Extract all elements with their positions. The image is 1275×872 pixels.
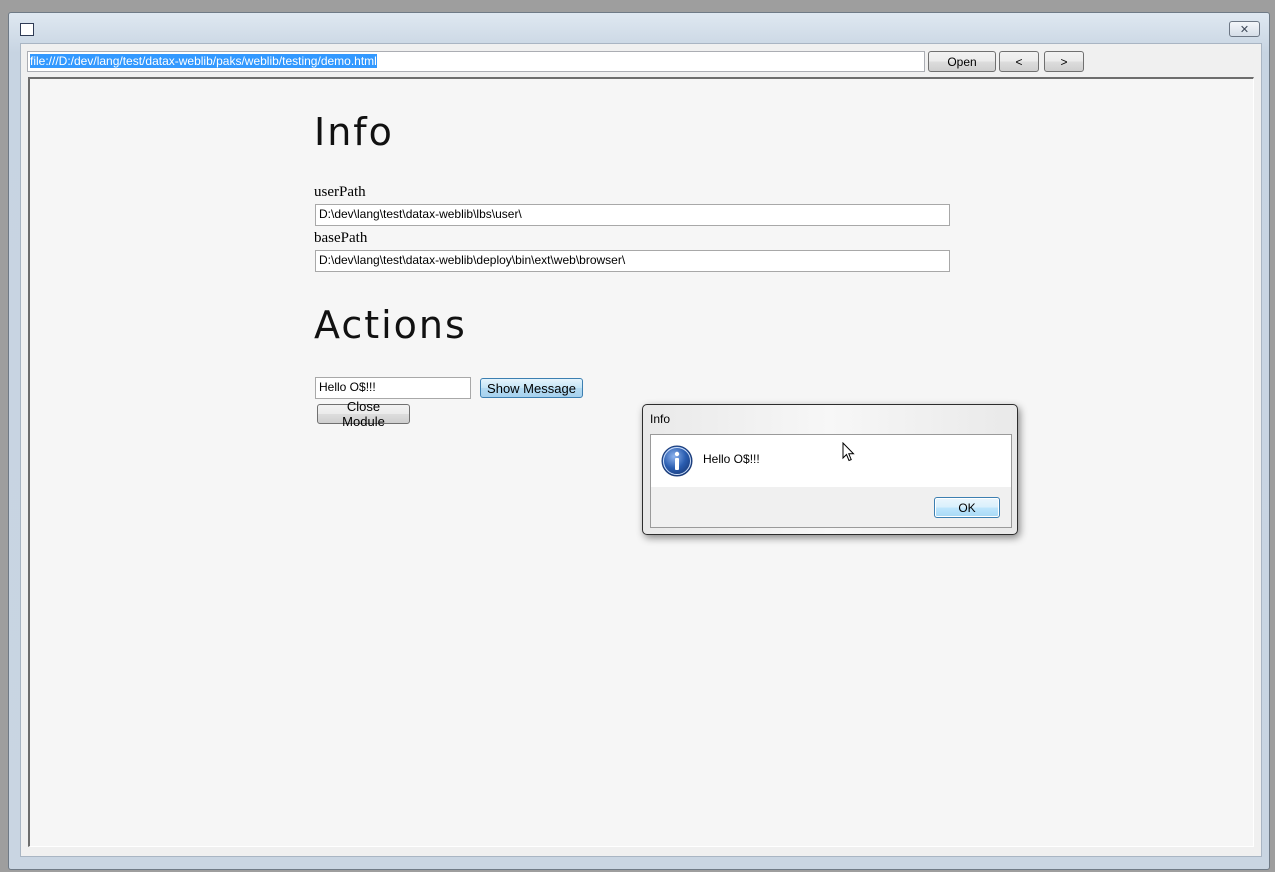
dialog-body: Hello O$!!! OK xyxy=(650,434,1012,528)
close-icon: ✕ xyxy=(1239,23,1250,36)
user-path-field[interactable]: D:\dev\lang\test\datax-weblib\lbs\user\ xyxy=(315,204,950,226)
show-message-button[interactable]: Show Message xyxy=(480,378,583,398)
info-icon xyxy=(661,445,693,477)
info-heading: Info xyxy=(314,110,394,154)
close-module-button[interactable]: Close Module xyxy=(317,399,410,429)
dialog-message: Hello O$!!! xyxy=(703,452,760,466)
forward-button[interactable]: > xyxy=(1044,51,1084,72)
window-close-button[interactable]: ✕ xyxy=(1229,21,1260,37)
user-path-label: userPath xyxy=(314,184,366,200)
message-input[interactable]: Hello O$!!! xyxy=(315,377,471,399)
open-button[interactable]: Open xyxy=(928,51,996,72)
base-path-label: basePath xyxy=(314,230,368,246)
address-text: file:///D:/dev/lang/test/datax-weblib/pa… xyxy=(30,54,377,68)
dialog-title: Info xyxy=(650,412,671,426)
info-dialog: Info Hello O$!!! OK xyxy=(642,404,1018,535)
window-icon xyxy=(20,23,34,36)
actions-heading: Actions xyxy=(314,303,467,347)
web-content xyxy=(28,77,1254,847)
ok-button[interactable]: OK xyxy=(934,497,1000,518)
mouse-cursor-icon xyxy=(842,442,855,462)
address-input[interactable]: file:///D:/dev/lang/test/datax-weblib/pa… xyxy=(27,51,925,72)
back-button[interactable]: < xyxy=(999,51,1039,72)
base-path-field[interactable]: D:\dev\lang\test\datax-weblib\deploy\bin… xyxy=(315,250,950,272)
dialog-message-area: Hello O$!!! xyxy=(651,435,1011,487)
